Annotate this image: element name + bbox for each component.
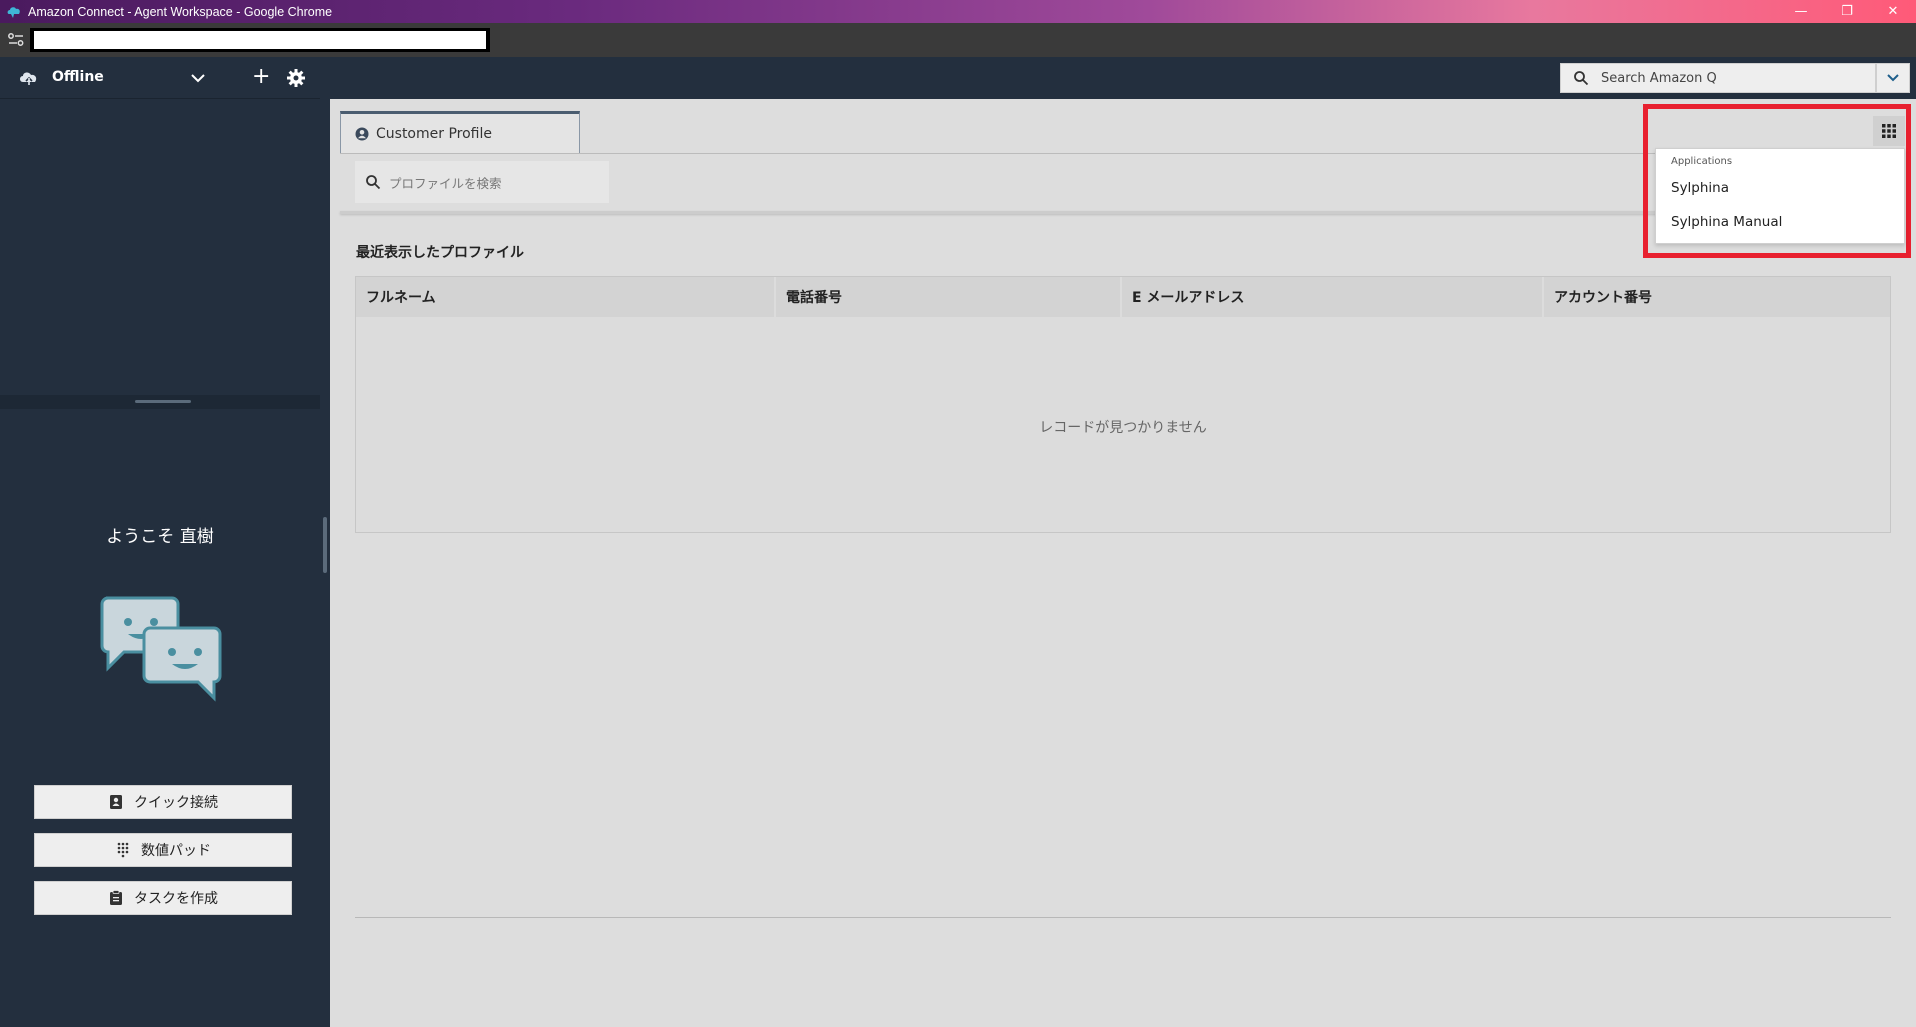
grid-icon — [1882, 124, 1896, 138]
column-header-email[interactable]: E メールアドレス — [1122, 277, 1544, 317]
agent-status-bar: Offline + — [0, 57, 320, 99]
address-redacted — [34, 31, 486, 49]
search-icon — [366, 175, 381, 190]
create-task-label: タスクを作成 — [134, 891, 218, 907]
column-header-full-name[interactable]: フルネーム — [356, 277, 776, 317]
column-header-phone[interactable]: 電話番号 — [776, 277, 1122, 317]
amazon-q-dropdown-button[interactable] — [1876, 63, 1910, 93]
vertical-splitter-grip[interactable] — [323, 517, 327, 573]
chevron-down-icon[interactable] — [188, 69, 208, 87]
clipboard-icon — [110, 890, 122, 905]
amazon-q-search-input[interactable]: Search Amazon Q — [1560, 63, 1876, 93]
empty-table-message: レコードが見つかりません — [1039, 420, 1207, 436]
dialpad-icon — [117, 842, 129, 858]
window-titlebar: Amazon Connect - Agent Workspace - Googl… — [0, 0, 1916, 23]
create-task-button[interactable]: タスクを作成 — [34, 881, 292, 915]
applications-menu-header: Applications — [1671, 156, 1733, 167]
app-launcher-button[interactable] — [1873, 116, 1905, 146]
tab-customer-profile[interactable]: Customer Profile — [340, 111, 580, 153]
recent-profiles-table: フルネーム 電話番号 E メールアドレス アカウント番号 レコードが見つかりませ… — [355, 276, 1891, 533]
table-header-row: フルネーム 電話番号 E メールアドレス アカウント番号 — [356, 277, 1890, 317]
chat-bots-illustration-icon — [100, 596, 222, 702]
welcome-message: ようこそ 直樹 — [106, 527, 214, 547]
minimize-button[interactable]: — — [1778, 0, 1824, 23]
tab-customer-profile-label: Customer Profile — [376, 125, 492, 142]
vertical-splitter[interactable] — [320, 57, 330, 1027]
chevron-down-icon — [1887, 74, 1899, 82]
quick-connect-button[interactable]: クイック接続 — [34, 785, 292, 819]
applications-menu: Applications Sylphina Sylphina Manual — [1655, 148, 1905, 244]
window-controls: — ❐ ✕ — [1778, 0, 1916, 23]
column-header-account-number[interactable]: アカウント番号 — [1544, 277, 1890, 317]
panel-splitter[interactable] — [0, 395, 320, 409]
number-pad-button[interactable]: 数値パッド — [34, 833, 292, 867]
content-bottom-divider — [355, 917, 1891, 918]
menu-item-sylphina-manual[interactable]: Sylphina Manual — [1671, 214, 1782, 230]
profile-search-placeholder: プロファイルを検索 — [389, 175, 502, 191]
close-button[interactable]: ✕ — [1870, 0, 1916, 23]
restore-button[interactable]: ❐ — [1824, 0, 1870, 23]
splitter-grip[interactable] — [135, 400, 191, 403]
address-bar[interactable] — [30, 28, 490, 52]
amazon-connect-logo-icon — [7, 6, 20, 18]
number-pad-label: 数値パッド — [141, 843, 211, 859]
contact-book-icon — [110, 795, 122, 809]
site-settings-icon[interactable] — [6, 31, 26, 49]
amazon-q-search-placeholder: Search Amazon Q — [1601, 70, 1717, 86]
user-circle-icon — [355, 127, 369, 140]
profile-search-input[interactable]: プロファイルを検索 — [355, 161, 609, 203]
recent-profiles-title: 最近表示したプロファイル — [356, 245, 524, 261]
contact-control-panel: Offline + ようこそ 直樹 クイック接続 数値パッド タスクを作成 — [0, 57, 320, 1027]
search-icon — [1574, 71, 1589, 86]
browser-address-row — [0, 23, 1916, 57]
gear-icon[interactable] — [286, 68, 306, 88]
window-title: Amazon Connect - Agent Workspace - Googl… — [28, 4, 333, 19]
quick-connect-label: クイック接続 — [134, 795, 218, 811]
cloud-icon — [20, 72, 37, 85]
menu-item-sylphina[interactable]: Sylphina — [1671, 180, 1729, 196]
plus-icon[interactable]: + — [252, 65, 270, 89]
agent-status-label[interactable]: Offline — [52, 69, 104, 85]
